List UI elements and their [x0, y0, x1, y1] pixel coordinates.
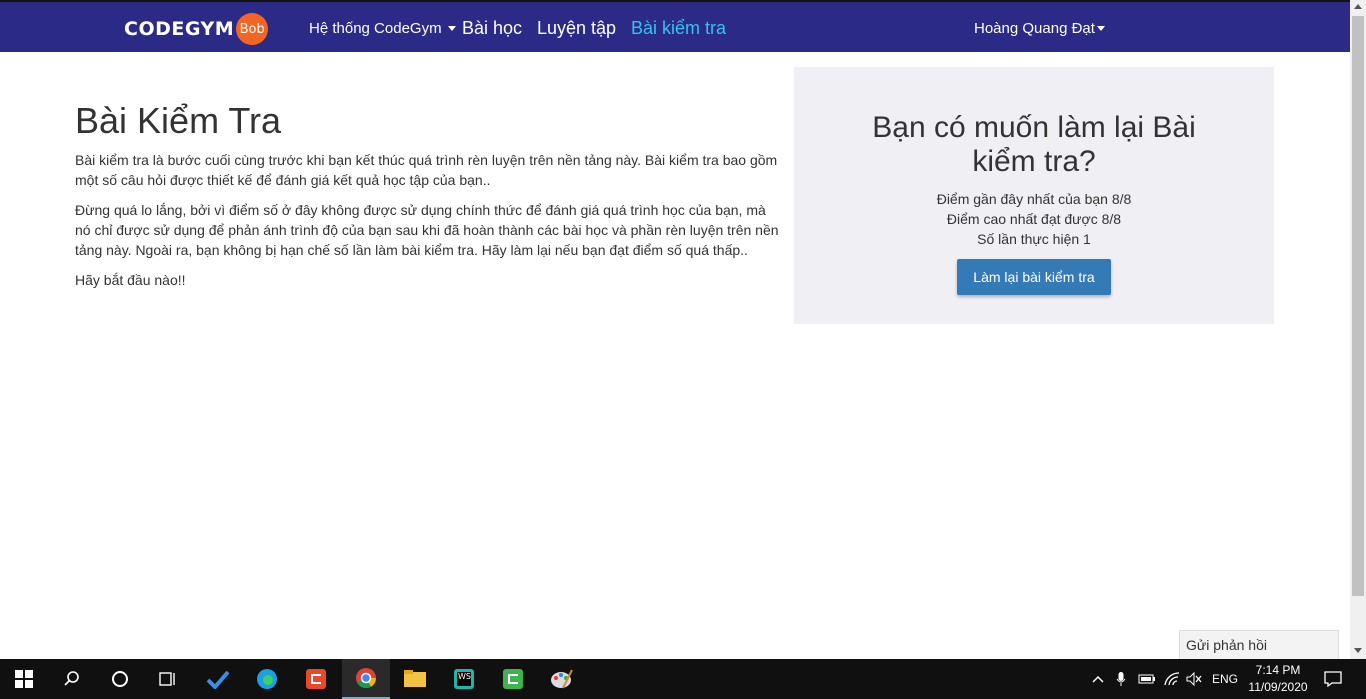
- system-clock[interactable]: 7:14 PM 11/09/2020: [1245, 662, 1311, 696]
- codegym-app-icon[interactable]: [292, 659, 340, 699]
- microphone-icon[interactable]: [1116, 659, 1126, 699]
- logo-text: CODEGYM: [124, 18, 235, 40]
- scrollbar-thumb[interactable]: [1352, 16, 1364, 596]
- clock-time: 7:14 PM: [1255, 663, 1301, 677]
- logo-badge: Bob: [236, 13, 269, 45]
- windows-taskbar: WS ENG 7:14 PM 11/09/2020: [0, 659, 1366, 699]
- attempt-count: Số lần thực hiện 1: [977, 231, 1091, 247]
- todo-app-icon[interactable]: [194, 659, 242, 699]
- menu-lessons-link[interactable]: Bài học: [462, 2, 522, 54]
- panel-title: Bạn có muốn làm lại Bài kiểm tra?: [872, 111, 1196, 178]
- retake-test-panel: Bạn có muốn làm lại Bài kiểm tra? Điểm g…: [794, 67, 1274, 324]
- wifi-icon[interactable]: [1164, 659, 1180, 699]
- battery-icon[interactable]: [1138, 659, 1156, 699]
- best-score: Điểm cao nhất đạt được 8/8: [946, 211, 1122, 227]
- chrome-browser-icon[interactable]: [342, 659, 390, 699]
- menu-tests-link[interactable]: Bài kiểm tra: [631, 2, 726, 54]
- file-explorer-icon[interactable]: [391, 659, 439, 699]
- menu-system-dropdown[interactable]: Hệ thống CodeGym: [309, 2, 456, 54]
- page-title: Bài Kiểm Tra: [75, 100, 282, 141]
- input-language[interactable]: ENG: [1212, 659, 1238, 699]
- menu-practice-link[interactable]: Luyện tập: [537, 2, 616, 54]
- clock-date: 11/09/2020: [1248, 680, 1308, 694]
- latest-score: Điểm gần đây nhất của bạn 8/8: [936, 191, 1132, 207]
- intro-paragraph: Bài kiểm tra là bước cuối cùng trước khi…: [75, 152, 778, 188]
- caret-down-icon: [447, 25, 456, 31]
- cortana-icon[interactable]: [96, 659, 144, 699]
- caret-down-icon: [1096, 25, 1105, 31]
- edge-browser-icon[interactable]: [243, 659, 291, 699]
- main-content: Bài Kiểm Tra Bài kiểm tra là bước cuối c…: [75, 100, 785, 300]
- task-view-icon[interactable]: [144, 659, 192, 699]
- notifications-icon[interactable]: [1324, 659, 1342, 699]
- scroll-up-arrow-icon[interactable]: [1354, 4, 1362, 9]
- windows-start-icon[interactable]: [0, 659, 48, 699]
- user-name: Hoàng Quang Đạt: [974, 19, 1095, 37]
- camtasia-icon[interactable]: [489, 659, 537, 699]
- codegym-logo[interactable]: CODEGYM Bob: [124, 13, 269, 45]
- feedback-button[interactable]: Gửi phản hồi: [1179, 630, 1339, 659]
- retry-test-button[interactable]: Làm lại bài kiểm tra: [957, 259, 1111, 295]
- info-paragraph: Đừng quá lo lắng, bởi vì điểm số ở đây k…: [75, 202, 779, 258]
- menu-system-label: Hệ thống CodeGym: [309, 19, 442, 37]
- show-hidden-icons-icon[interactable]: [1092, 659, 1104, 699]
- webstorm-icon[interactable]: WS: [440, 659, 488, 699]
- start-paragraph: Hãy bắt đầu nào!!: [75, 272, 186, 288]
- search-icon[interactable]: [48, 659, 96, 699]
- volume-muted-icon[interactable]: [1186, 659, 1202, 699]
- paint-app-icon[interactable]: [538, 659, 586, 699]
- user-menu-dropdown[interactable]: Hoàng Quang Đạt: [974, 2, 1105, 54]
- top-navbar: CODEGYM Bob Hệ thống CodeGym Bài học Luy…: [0, 0, 1350, 52]
- score-stats: Điểm gần đây nhất của bạn 8/8 Điểm cao n…: [794, 189, 1274, 249]
- scroll-down-arrow-icon[interactable]: [1354, 648, 1362, 653]
